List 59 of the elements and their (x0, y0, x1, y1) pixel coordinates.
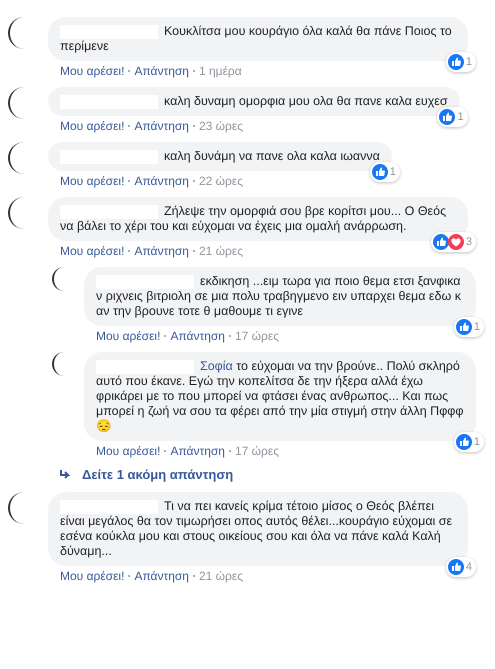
like-icon (456, 319, 472, 335)
like-icon (448, 559, 464, 575)
like-icon (432, 234, 449, 250)
comment-time: 17 ώρες (234, 444, 279, 458)
comment-text: Ζήλεψε την ομορφιά σου βρε κορίτσι μου... Ο Θεός να βάλει το χέρι του και εύχομαι να έχεις μια ομαλή ανάρρωση. (60, 204, 448, 234)
comment-text: Σοφία το εύχομαι να την βρούνε.. Πολύ σκληρό αυτό που έκανε. Εγώ την κοπελίτσα δε την ήξερα αλλά έχω φρικάρει με το που μπορεί να φτάσει ένας ανθρωπος... Και πως μπορεί η ζωή να σου τα φέρει από την μία στιγμή στην άλλη Πφφφ 😔 (96, 359, 464, 434)
reaction-count: 1 (457, 110, 464, 124)
reply-arrow-icon (60, 470, 72, 480)
reply-link[interactable]: Απάντηση (134, 64, 189, 78)
like-link[interactable]: Μου αρέσει! (60, 64, 124, 78)
comment-time: 21 ώρες (198, 244, 243, 258)
separator-dot (164, 335, 166, 337)
reaction-count: 3 (466, 234, 472, 250)
separator-dot (192, 250, 195, 252)
comment-text: καλη δυνάμη να πανε ολα καλα ιωαννα (163, 149, 380, 164)
more-replies-link[interactable]: Δείτε 1 ακόμη απάντηση (82, 467, 234, 482)
reply-link[interactable]: Απάντηση (134, 174, 189, 188)
mention-link[interactable]: Σοφία (200, 359, 233, 373)
comment-text: καλη δυναμη ομορφια μου ολα θα πανε καλα ευχεσ (163, 94, 448, 109)
like-icon (456, 434, 472, 450)
separator-dot (164, 450, 166, 452)
reply-link[interactable]: Απάντηση (134, 569, 189, 583)
separator-dot (128, 180, 130, 182)
comment-text: Κουκλίτσα μου κουράγιο όλα καλά θα πάνε Ποιος το περίμενε (60, 24, 453, 54)
separator-dot (192, 70, 195, 72)
reaction-count: 1 (390, 164, 396, 180)
separator-dot (228, 335, 231, 337)
separator-dot (128, 575, 130, 577)
like-link[interactable]: Μου αρέσει! (96, 329, 160, 343)
like-link[interactable]: Μου αρέσει! (60, 119, 124, 133)
reaction-count: 1 (474, 434, 480, 450)
separator-dot (128, 125, 130, 127)
reply-link[interactable]: Απάντηση (134, 244, 189, 258)
reply-link[interactable]: Απάντηση (170, 329, 225, 343)
separator-dot (192, 180, 195, 182)
separator-dot (192, 125, 195, 127)
reply-link[interactable]: Απάντηση (170, 444, 225, 458)
reaction-count: 4 (466, 560, 472, 574)
like-icon (439, 109, 456, 125)
like-link[interactable]: Μου αρέσει! (96, 444, 160, 458)
comment-text: εκδικηση ...ειμ τωρα για ποιο θεμα ετσι ξανφικα ν ριχνεις βιτριολη σε μια πολυ τραβηγμενο ειν υπαρχει θεμα εδω κ αν την βρουνε τοτε θ μαθουμε τι εγινε (96, 274, 462, 319)
reaction-count: 1 (466, 54, 472, 70)
reply-link[interactable]: Απάντηση (134, 119, 189, 133)
like-icon (448, 54, 464, 70)
comment-time: 22 ώρες (198, 174, 243, 188)
like-link[interactable]: Μου αρέσει! (60, 569, 124, 583)
like-icon (372, 164, 388, 180)
comment-time: 21 ώρες (198, 569, 243, 583)
comment-time: 17 ώρες (234, 329, 279, 343)
reaction-count: 1 (474, 320, 480, 334)
comment-time: 23 ώρες (198, 119, 243, 133)
like-link[interactable]: Μου αρέσει! (60, 174, 124, 188)
like-link[interactable]: Μου αρέσει! (60, 244, 124, 258)
separator-dot (128, 250, 130, 252)
comment-text: Τι να πει κανείς κρίμα τέτοιο μίσος ο Θεός βλέπει είναι μεγάλος θα τον τιμωρήσει οπος αυτός θέλει...κουράγιο εύχομαι σε εσένα κούκλα μου και στους οικείους σου και όλα να πάνε καλά Καλή δύναμη... (60, 499, 454, 559)
separator-dot (228, 450, 231, 452)
separator-dot (128, 70, 130, 72)
separator-dot (192, 575, 195, 577)
comment-time: 1 ημέρα (198, 64, 242, 78)
